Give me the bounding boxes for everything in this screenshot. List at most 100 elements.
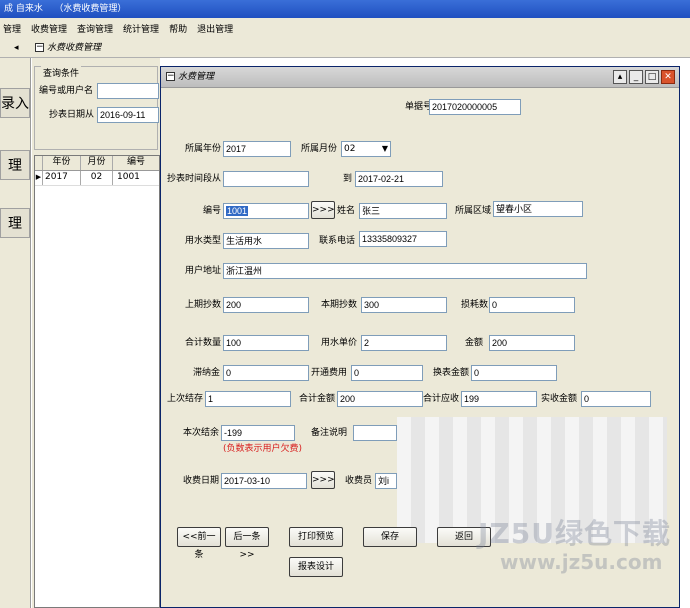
nav-manage-label: 理 [8, 158, 22, 174]
maximize-icon[interactable]: □ [645, 70, 659, 84]
meter-fee-label: 换表金额 [433, 368, 470, 378]
name-label: 姓名 [337, 206, 356, 216]
late-fee-label: 滞纳金 [193, 368, 221, 378]
curr-reading-field[interactable]: 300 [361, 297, 447, 313]
prev-reading-label: 上期抄数 [185, 300, 222, 310]
menu-item-query[interactable]: 查询管理 [76, 22, 114, 35]
total-label: 合计金额 [299, 394, 336, 404]
phone-label: 联系电话 [319, 236, 356, 246]
menu-item-statistics[interactable]: 统计管理 [122, 22, 160, 35]
curr-reading-label: 本期抄数 [321, 300, 358, 310]
code-field[interactable]: 1001 [223, 203, 309, 219]
pay-date-label: 收费日期 [183, 476, 220, 486]
nav-admin-button[interactable]: 理 [0, 208, 30, 238]
save-button[interactable]: 保存 [363, 527, 417, 547]
pay-date-field[interactable]: 2017-03-10 [221, 473, 307, 489]
result-grid: 年份 月份 编号 ▶ 2017 02 1001 [34, 155, 160, 608]
price-label: 用水单价 [321, 338, 358, 348]
collapse-icon[interactable]: − [35, 43, 44, 52]
chevron-left-icon[interactable]: ◂ [14, 40, 19, 56]
total-field[interactable]: 200 [337, 391, 423, 407]
query-id-label: 编号或用户名 [39, 86, 94, 96]
balance-field[interactable]: -199 [221, 425, 295, 441]
prev-record-button[interactable]: <<前一条 [177, 527, 221, 560]
nav-entry-button[interactable]: 录入 [0, 88, 30, 118]
year-label: 所属年份 [185, 144, 222, 154]
watermark-logo: JZ5U绿色下载 [478, 517, 671, 550]
next-record-button[interactable]: 后一条>> [225, 527, 269, 560]
grid-cell-year[interactable]: 2017 [43, 171, 81, 185]
year-field[interactable]: 2017 [223, 141, 291, 157]
nav-entry-label: 录入 [1, 96, 29, 112]
qty-label: 合计数量 [185, 338, 222, 348]
code-lookup-button[interactable]: >>> [311, 201, 335, 219]
remark-label: 备注说明 [311, 428, 348, 438]
grid-header-month[interactable]: 月份 [81, 156, 113, 170]
amount-label: 金额 [465, 338, 484, 348]
prev-reading-field[interactable]: 200 [223, 297, 309, 313]
query-legend: 查询条件 [41, 66, 82, 79]
minimize-icon[interactable]: _ [629, 70, 643, 84]
name-field[interactable]: 张三 [359, 203, 447, 219]
area-field[interactable]: 望春小区 [493, 201, 583, 217]
window-title-bar: − 水费管理 ▴ _ □ ✕ [161, 67, 679, 88]
menu-item-billing[interactable]: 收费管理 [30, 22, 68, 35]
pay-date-lookup-button[interactable]: >>> [311, 471, 335, 489]
loss-field[interactable]: 0 [489, 297, 575, 313]
period-from-field[interactable] [223, 171, 309, 187]
window-menu-icon[interactable]: − [166, 72, 175, 81]
query-id-input[interactable] [97, 83, 159, 99]
nav-manage-button[interactable]: 理 [0, 150, 30, 180]
grid-header-code[interactable]: 编号 [113, 156, 159, 170]
receipt-label: 单据号 [405, 102, 433, 112]
open-fee-label: 开通费用 [311, 368, 348, 378]
mdi-title: 水费收费管理 [47, 43, 102, 53]
menu-item-exit[interactable]: 退出管理 [196, 22, 234, 35]
query-fieldset: 查询条件 编号或用户名 抄表日期从 2016-09-11 [34, 66, 159, 150]
grid-cell-code[interactable]: 1001 [113, 171, 159, 185]
due-label: 合计应收 [423, 394, 460, 404]
price-field[interactable]: 2 [361, 335, 447, 351]
paid-label: 实收金额 [541, 394, 578, 404]
window-title: 水费管理 [178, 72, 215, 82]
app-window-title: （水费收费管理） [54, 4, 127, 14]
last-balance-field[interactable]: 1 [205, 391, 291, 407]
month-select[interactable]: 02 ▼ [341, 141, 391, 157]
meter-fee-field[interactable]: 0 [471, 365, 557, 381]
collector-label: 收费员 [345, 476, 373, 486]
report-design-button[interactable]: 报表设计 [289, 557, 343, 577]
period-to-label: 到 [343, 174, 353, 184]
paid-field[interactable]: 0 [581, 391, 651, 407]
loss-label: 损耗数 [461, 300, 489, 310]
row-pointer-icon: ▶ [35, 171, 43, 185]
chevron-down-icon: ▼ [381, 144, 388, 153]
due-field[interactable]: 199 [461, 391, 537, 407]
close-icon[interactable]: ✕ [661, 70, 675, 84]
late-fee-field[interactable]: 0 [223, 365, 309, 381]
address-label: 用户地址 [185, 266, 222, 276]
remark-field[interactable] [353, 425, 397, 441]
period-to-field[interactable]: 2017-02-21 [355, 171, 443, 187]
qty-field[interactable]: 100 [223, 335, 309, 351]
collector-field[interactable]: 刘i [375, 473, 397, 489]
grid-cell-month[interactable]: 02 [81, 171, 113, 185]
phone-field[interactable]: 13335809327 [359, 231, 447, 247]
period-from-label: 抄表时间段从 [167, 174, 222, 184]
amount-field[interactable]: 200 [489, 335, 575, 351]
table-row[interactable]: ▶ 2017 02 1001 [35, 171, 159, 186]
app-title: 成 自来水 [4, 4, 43, 14]
water-type-field[interactable]: 生活用水 [223, 233, 309, 249]
grid-corner [35, 156, 43, 170]
nav-admin-label: 理 [8, 216, 22, 232]
grid-header-year[interactable]: 年份 [43, 156, 81, 170]
open-fee-field[interactable]: 0 [351, 365, 423, 381]
print-preview-button[interactable]: 打印预览 [289, 527, 343, 547]
menu-item-help[interactable]: 帮助 [168, 22, 188, 35]
menu-bar: 管理 收费管理 查询管理 统计管理 帮助 退出管理 [0, 18, 690, 38]
address-field[interactable]: 浙江温州 [223, 263, 587, 279]
receipt-field[interactable]: 2017020000005 [429, 99, 521, 115]
menu-item-manage[interactable]: 管理 [2, 22, 22, 35]
query-date-input[interactable]: 2016-09-11 [97, 107, 159, 123]
month-select-value: 02 [344, 144, 356, 154]
restore-icon[interactable]: ▴ [613, 70, 627, 84]
